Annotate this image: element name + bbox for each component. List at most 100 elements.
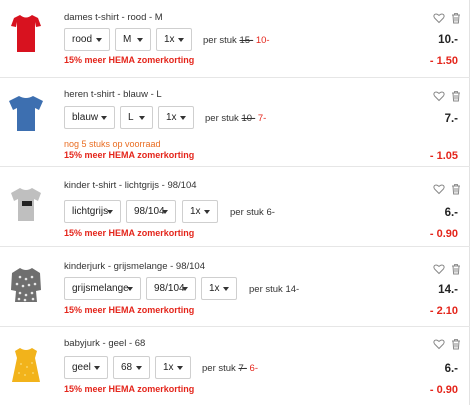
per-stuk-label: per stuk [202,363,236,374]
new-price: 10- [255,35,270,46]
heart-icon[interactable] [433,12,445,24]
line-total: 6.- [444,207,458,219]
heart-icon[interactable] [433,338,445,350]
unit-price-value: 14- [285,284,300,295]
product-name[interactable]: kinderjurk - grijsmelange - 98/104 [64,261,205,272]
old-price: 10- [241,113,256,124]
trash-icon[interactable] [450,90,462,102]
heart-icon[interactable] [433,263,445,275]
stock-notice: nog 5 stuks op voorraad [64,139,161,149]
color-select-value: blauw [72,112,99,123]
cart-item: kinder t-shirt - lichtgrijs - 98/104 lic… [0,167,470,247]
cart-item: heren t-shirt - blauw - L blauw L 1x per… [0,78,470,167]
promo-label: 15% meer HEMA zomerkorting [64,55,195,65]
quantity-select[interactable]: 1x [156,28,192,51]
chevron-down-icon [180,116,186,120]
line-discount: - 1.50 [429,55,458,67]
product-name[interactable]: heren t-shirt - blauw - L [64,89,162,100]
trash-icon[interactable] [450,338,462,350]
color-select[interactable]: geel [64,356,108,379]
per-stuk-label: per stuk [203,35,237,46]
per-stuk-label: per stuk [249,284,283,295]
quantity-select-value: 1x [209,283,220,294]
size-select-value: 68 [121,362,133,373]
color-select[interactable]: rood [64,28,110,51]
trash-icon[interactable] [450,183,462,195]
color-select[interactable]: grijsmelange [64,277,141,300]
quantity-select[interactable]: 1x [155,356,191,379]
unit-price: per stuk 7- 6- [202,363,258,374]
old-price: 7- [238,363,247,374]
line-total: 7.- [444,113,458,125]
promo-label: 15% meer HEMA zomerkorting [64,384,195,394]
unit-price: per stuk 6- [230,207,275,218]
per-stuk-label: per stuk [230,207,264,218]
chevron-down-icon [178,38,184,42]
color-select-value: lichtgrijs [72,206,109,217]
quantity-select[interactable]: 1x [182,200,218,223]
size-select[interactable]: M [115,28,151,51]
size-select-value: 98/104 [154,283,185,294]
line-discount: - 0.90 [429,384,458,396]
product-image[interactable] [6,344,46,388]
cart-item: dames t-shirt - rood - M rood M 1x per s… [0,0,470,78]
chevron-down-icon [182,287,188,291]
chevron-down-icon [137,38,143,42]
quantity-select-value: 1x [166,112,177,123]
cart-list: dames t-shirt - rood - M rood M 1x per s… [0,0,470,405]
per-stuk-label: per stuk [205,113,239,124]
size-select-value: M [123,34,132,45]
line-discount: - 1.05 [429,150,458,162]
promo-label: 15% meer HEMA zomerkorting [64,305,195,315]
unit-price: per stuk 10- 7- [205,113,266,124]
size-select-value: 98/104 [134,206,165,217]
quantity-select[interactable]: 1x [158,106,194,129]
new-price: 7- [257,113,267,124]
line-total: 6.- [444,363,458,375]
size-select-value: L [128,112,134,123]
line-total: 10.- [438,34,458,46]
chevron-down-icon [107,210,113,214]
quantity-select-value: 1x [164,34,175,45]
chevron-down-icon [162,210,168,214]
line-discount: - 2.10 [429,305,458,317]
product-name[interactable]: kinder t-shirt - lichtgrijs - 98/104 [64,180,197,191]
size-select[interactable]: 68 [113,356,150,379]
promo-label: 15% meer HEMA zomerkorting [64,150,195,160]
chevron-down-icon [96,38,102,42]
color-select-value: rood [72,34,93,45]
trash-icon[interactable] [450,12,462,24]
chevron-down-icon [223,287,229,291]
quantity-select-value: 1x [190,206,201,217]
cart-item: babyjurk - geel - 68 geel 68 1x per stuk… [0,327,470,405]
unit-price-value: 6- [266,207,275,218]
trash-icon[interactable] [450,263,462,275]
size-select[interactable]: L [120,106,153,129]
chevron-down-icon [139,116,145,120]
product-image[interactable] [6,12,46,56]
chevron-down-icon [177,366,183,370]
heart-icon[interactable] [433,90,445,102]
product-name[interactable]: babyjurk - geel - 68 [64,338,145,349]
color-select-value: grijsmelange [72,283,129,294]
chevron-down-icon [136,366,142,370]
product-image[interactable] [6,264,46,308]
chevron-down-icon [94,366,100,370]
color-select-value: geel [72,362,91,373]
size-select[interactable]: 98/104 [126,200,176,223]
new-price: 6- [249,363,258,374]
color-select[interactable]: blauw [64,106,115,129]
size-select[interactable]: 98/104 [146,277,196,300]
unit-price: per stuk 14- [249,284,299,295]
cart-item: kinderjurk - grijsmelange - 98/104 grijs… [0,247,470,327]
chevron-down-icon [204,210,210,214]
line-discount: - 0.90 [429,228,458,240]
color-select[interactable]: lichtgrijs [64,200,121,223]
product-image[interactable] [6,91,46,135]
quantity-select[interactable]: 1x [201,277,237,300]
product-image[interactable] [6,183,46,227]
heart-icon[interactable] [433,183,445,195]
unit-price: per stuk 15- 10- [203,35,270,46]
product-name[interactable]: dames t-shirt - rood - M [64,12,163,23]
chevron-down-icon [127,287,133,291]
